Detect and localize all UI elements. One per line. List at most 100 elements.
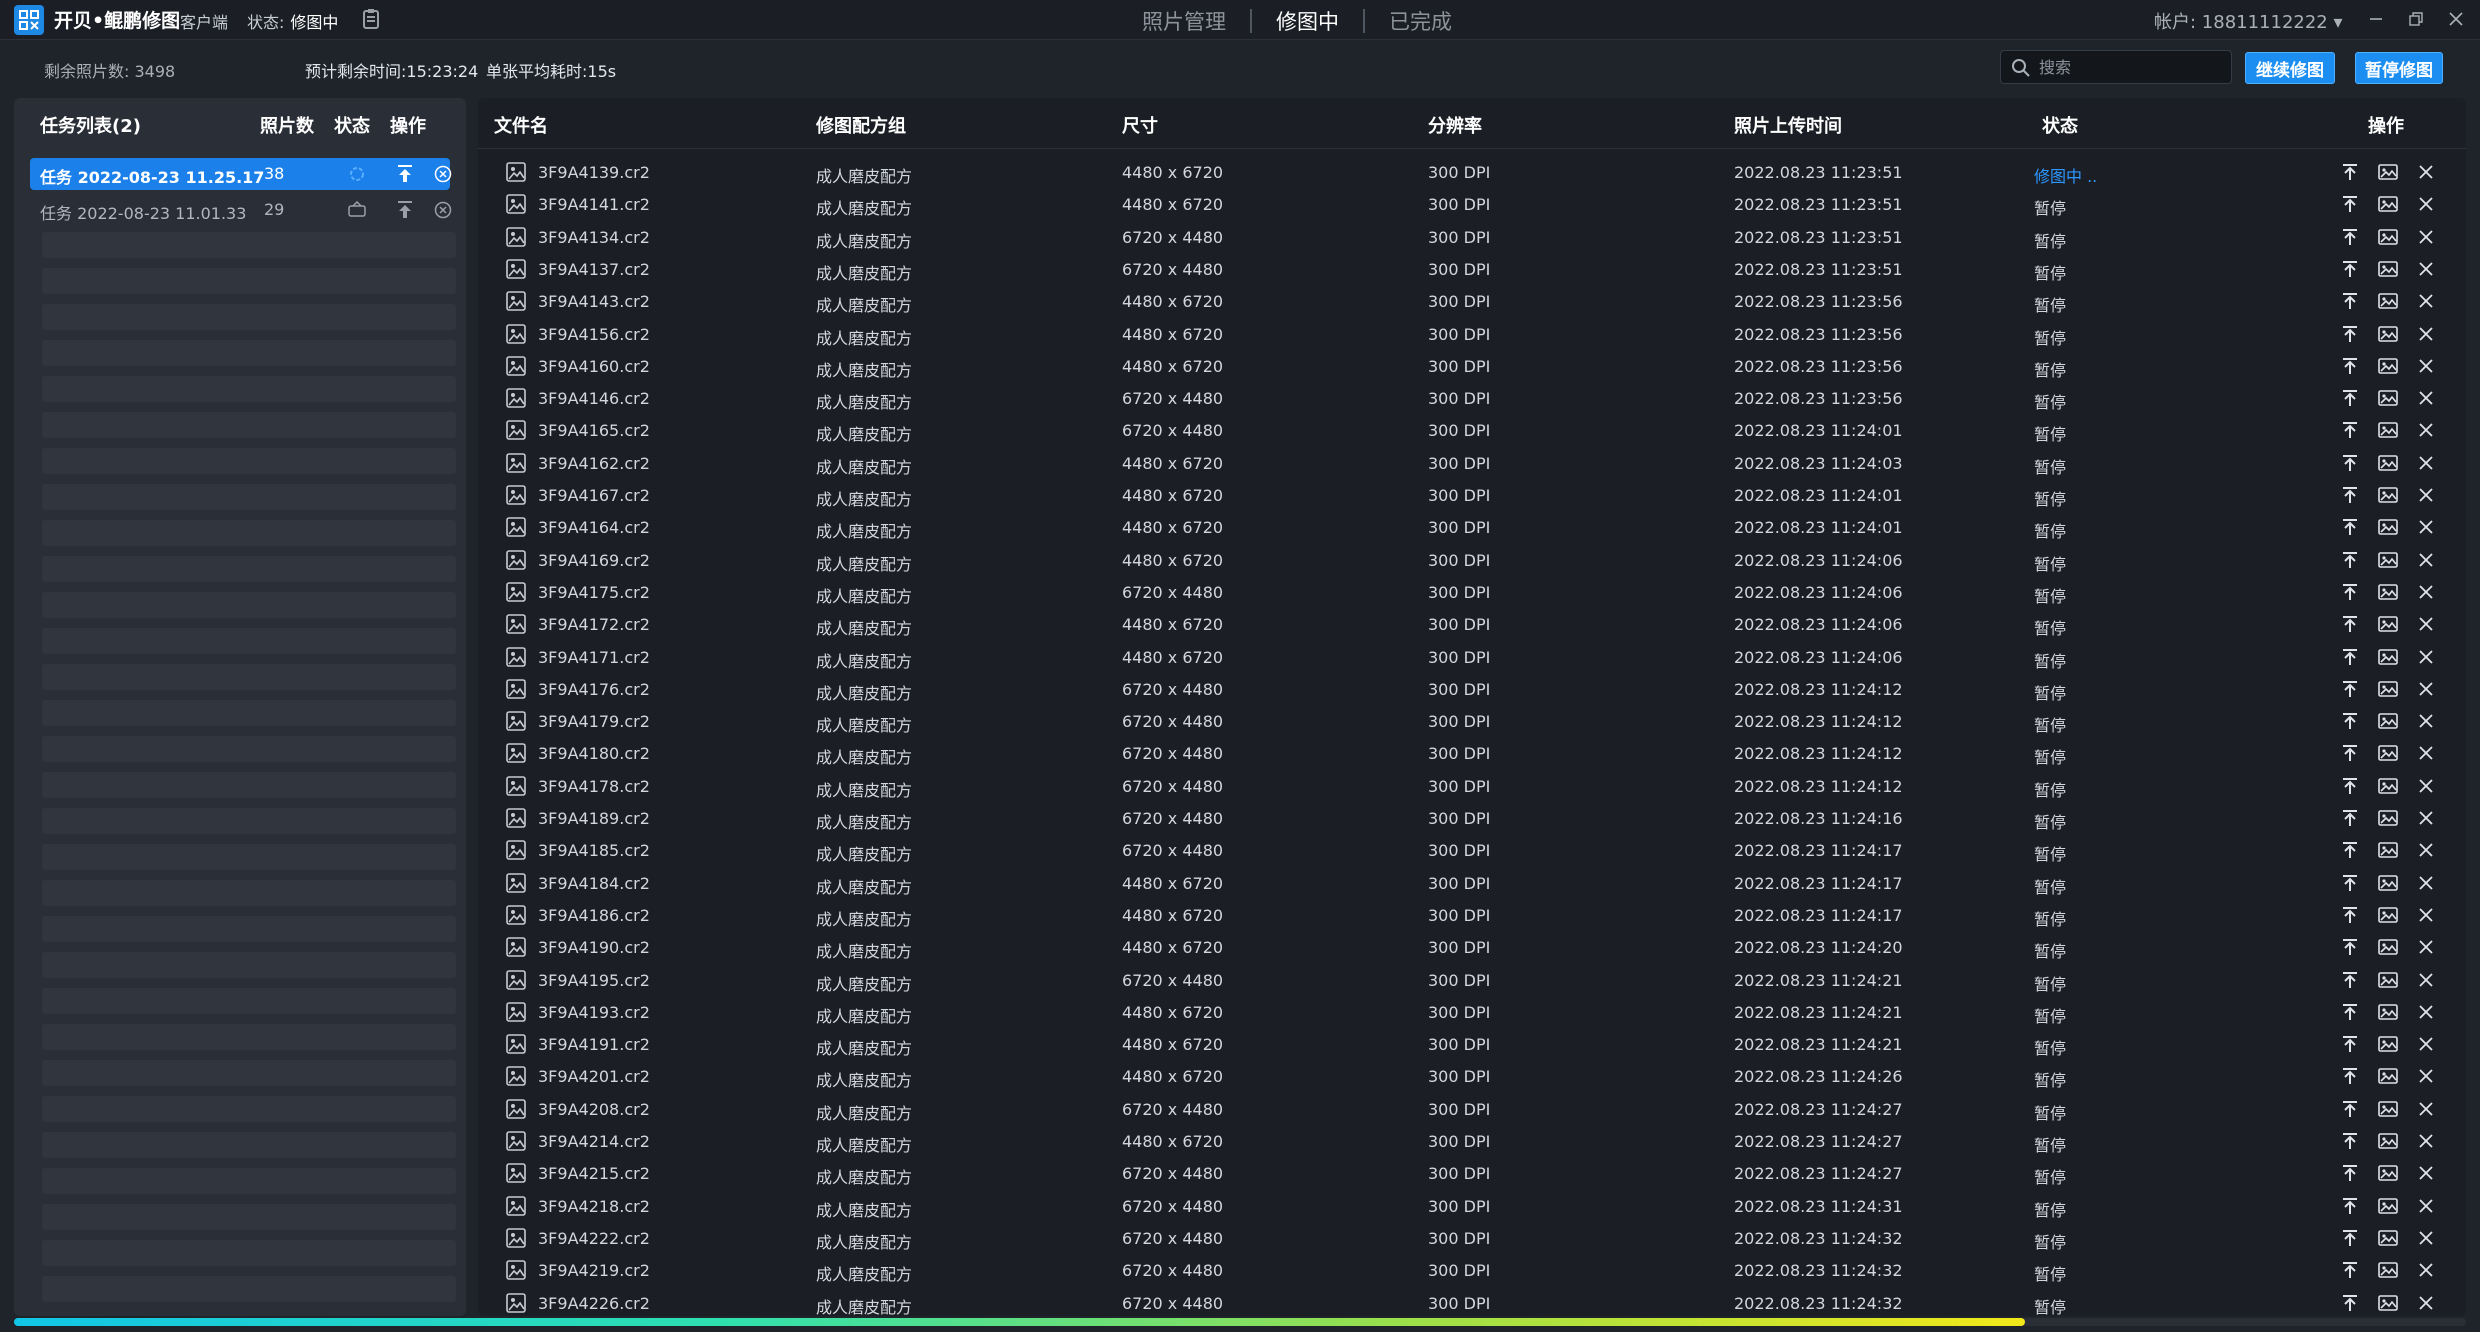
move-to-top-icon[interactable]: [2340, 194, 2360, 214]
move-to-top-icon[interactable]: [2340, 453, 2360, 473]
tab-photo-management[interactable]: 照片管理: [1118, 6, 1250, 36]
picture-icon[interactable]: [2378, 1163, 2398, 1183]
task-item[interactable]: 任务 2022-08-23 11.25.17 38: [30, 158, 452, 190]
close-icon[interactable]: [2416, 582, 2436, 602]
close-icon[interactable]: [2416, 776, 2436, 796]
tab-completed[interactable]: 已完成: [1365, 6, 1476, 36]
close-icon[interactable]: [2416, 194, 2436, 214]
close-icon[interactable]: [2416, 1066, 2436, 1086]
task-item[interactable]: 任务 2022-08-23 11.01.33 29: [30, 194, 452, 226]
close-icon[interactable]: [2416, 711, 2436, 731]
table-row[interactable]: 3F9A4179.cr2 成人磨皮配方 6720 x 4480 300 DPI 2022…: [478, 705, 2466, 737]
move-to-top-icon[interactable]: [2340, 1034, 2360, 1054]
move-to-top-icon[interactable]: [2340, 356, 2360, 376]
picture-icon[interactable]: [2378, 356, 2398, 376]
table-row[interactable]: 3F9A4195.cr2 成人磨皮配方 6720 x 4480 300 DPI 2022…: [478, 964, 2466, 996]
move-to-top-icon[interactable]: [2340, 259, 2360, 279]
search-input[interactable]: [2037, 54, 2225, 80]
table-row[interactable]: 3F9A4165.cr2 成人磨皮配方 6720 x 4480 300 DPI 2022…: [478, 414, 2466, 446]
close-icon[interactable]: [2416, 485, 2436, 505]
table-row[interactable]: 3F9A4134.cr2 成人磨皮配方 6720 x 4480 300 DPI 2022…: [478, 221, 2466, 253]
close-icon[interactable]: [2416, 291, 2436, 311]
move-to-top-icon[interactable]: [2340, 1228, 2360, 1248]
picture-icon[interactable]: [2378, 937, 2398, 957]
move-to-top-icon[interactable]: [2340, 162, 2360, 182]
move-to-top-icon[interactable]: [2340, 1260, 2360, 1280]
picture-icon[interactable]: [2378, 485, 2398, 505]
close-icon[interactable]: [2416, 324, 2436, 344]
picture-icon[interactable]: [2378, 291, 2398, 311]
close-window-button[interactable]: [2444, 6, 2468, 32]
picture-icon[interactable]: [2378, 517, 2398, 537]
table-row[interactable]: 3F9A4162.cr2 成人磨皮配方 4480 x 6720 300 DPI 2022…: [478, 447, 2466, 479]
move-to-top-icon[interactable]: [2340, 324, 2360, 344]
move-to-top-icon[interactable]: [2340, 711, 2360, 731]
table-row[interactable]: 3F9A4191.cr2 成人磨皮配方 4480 x 6720 300 DPI 2022…: [478, 1028, 2466, 1060]
move-to-top-icon[interactable]: [2340, 485, 2360, 505]
table-row[interactable]: 3F9A4171.cr2 成人磨皮配方 4480 x 6720 300 DPI 2022…: [478, 641, 2466, 673]
picture-icon[interactable]: [2378, 550, 2398, 570]
close-icon[interactable]: [2416, 1163, 2436, 1183]
picture-icon[interactable]: [2378, 1131, 2398, 1151]
picture-icon[interactable]: [2378, 162, 2398, 182]
table-row[interactable]: 3F9A4180.cr2 成人磨皮配方 6720 x 4480 300 DPI 2022…: [478, 737, 2466, 769]
close-icon[interactable]: [2416, 743, 2436, 763]
picture-icon[interactable]: [2378, 614, 2398, 634]
move-to-top-icon[interactable]: [2340, 1163, 2360, 1183]
move-to-top-icon[interactable]: [2340, 1066, 2360, 1086]
move-to-top-icon[interactable]: [2340, 1002, 2360, 1022]
close-icon[interactable]: [2416, 1131, 2436, 1151]
picture-icon[interactable]: [2378, 582, 2398, 602]
close-icon[interactable]: [2416, 356, 2436, 376]
picture-icon[interactable]: [2378, 905, 2398, 925]
picture-icon[interactable]: [2378, 1002, 2398, 1022]
resume-retouch-button[interactable]: 继续修图: [2245, 52, 2335, 84]
picture-icon[interactable]: [2378, 420, 2398, 440]
picture-icon[interactable]: [2378, 1196, 2398, 1216]
picture-icon[interactable]: [2378, 647, 2398, 667]
picture-icon[interactable]: [2378, 324, 2398, 344]
close-icon[interactable]: [2416, 1260, 2436, 1280]
close-icon[interactable]: [2416, 550, 2436, 570]
move-to-top-icon[interactable]: [2340, 1099, 2360, 1119]
table-row[interactable]: 3F9A4214.cr2 成人磨皮配方 4480 x 6720 300 DPI 2022…: [478, 1125, 2466, 1157]
picture-icon[interactable]: [2378, 1066, 2398, 1086]
move-to-top-icon[interactable]: [2340, 970, 2360, 990]
table-row[interactable]: 3F9A4167.cr2 成人磨皮配方 4480 x 6720 300 DPI 2022…: [478, 479, 2466, 511]
picture-icon[interactable]: [2378, 679, 2398, 699]
table-row[interactable]: 3F9A4137.cr2 成人磨皮配方 6720 x 4480 300 DPI 2022…: [478, 253, 2466, 285]
pause-retouch-button[interactable]: 暂停修图: [2355, 52, 2443, 84]
table-row[interactable]: 3F9A4172.cr2 成人磨皮配方 4480 x 6720 300 DPI 2022…: [478, 608, 2466, 640]
table-row[interactable]: 3F9A4219.cr2 成人磨皮配方 6720 x 4480 300 DPI 2022…: [478, 1254, 2466, 1286]
close-icon[interactable]: [2416, 1002, 2436, 1022]
table-row[interactable]: 3F9A4190.cr2 成人磨皮配方 4480 x 6720 300 DPI 2022…: [478, 931, 2466, 963]
table-row[interactable]: 3F9A4222.cr2 成人磨皮配方 6720 x 4480 300 DPI 2022…: [478, 1222, 2466, 1254]
table-row[interactable]: 3F9A4169.cr2 成人磨皮配方 4480 x 6720 300 DPI 2022…: [478, 544, 2466, 576]
picture-icon[interactable]: [2378, 743, 2398, 763]
close-icon[interactable]: [2416, 1099, 2436, 1119]
close-icon[interactable]: [2416, 227, 2436, 247]
picture-icon[interactable]: [2378, 259, 2398, 279]
picture-icon[interactable]: [2378, 388, 2398, 408]
close-icon[interactable]: [2416, 1228, 2436, 1248]
close-icon[interactable]: [2416, 614, 2436, 634]
close-icon[interactable]: [2416, 1034, 2436, 1054]
move-to-top-icon[interactable]: [2340, 550, 2360, 570]
picture-icon[interactable]: [2378, 1260, 2398, 1280]
close-icon[interactable]: [2416, 1293, 2436, 1313]
picture-icon[interactable]: [2378, 970, 2398, 990]
table-row[interactable]: 3F9A4193.cr2 成人磨皮配方 4480 x 6720 300 DPI 2022…: [478, 996, 2466, 1028]
table-row[interactable]: 3F9A4215.cr2 成人磨皮配方 6720 x 4480 300 DPI 2022…: [478, 1157, 2466, 1189]
close-icon[interactable]: [2416, 679, 2436, 699]
move-to-top-icon[interactable]: [2340, 1196, 2360, 1216]
table-row[interactable]: 3F9A4143.cr2 成人磨皮配方 4480 x 6720 300 DPI 2022…: [478, 285, 2466, 317]
move-to-top-icon[interactable]: [2340, 1293, 2360, 1313]
close-icon[interactable]: [2416, 808, 2436, 828]
move-to-top-icon[interactable]: [2340, 227, 2360, 247]
picture-icon[interactable]: [2378, 1034, 2398, 1054]
close-icon[interactable]: [2416, 420, 2436, 440]
move-to-top-icon[interactable]: [2340, 905, 2360, 925]
table-row[interactable]: 3F9A4185.cr2 成人磨皮配方 6720 x 4480 300 DPI 2022…: [478, 834, 2466, 866]
table-row[interactable]: 3F9A4139.cr2 成人磨皮配方 4480 x 6720 300 DPI 2022…: [478, 156, 2466, 188]
close-icon[interactable]: [2416, 517, 2436, 537]
